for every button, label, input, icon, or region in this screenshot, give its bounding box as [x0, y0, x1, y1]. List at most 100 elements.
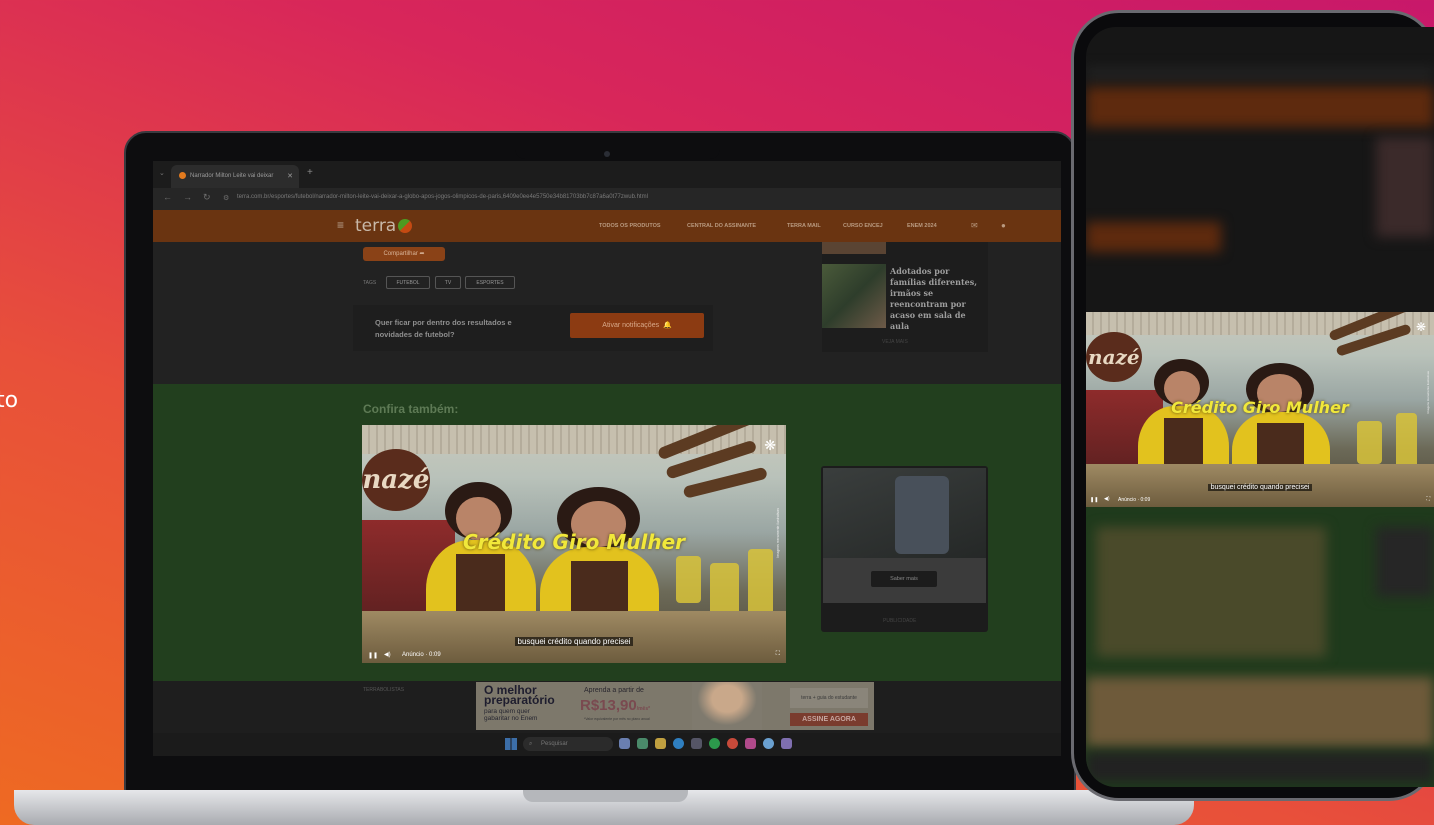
blurred-card: [1376, 527, 1434, 597]
video-title: Crédito Giro Mulher: [1171, 397, 1349, 417]
banner-price: R$13,90/mês*: [580, 697, 651, 714]
fullscreen-icon[interactable]: ⛶: [776, 651, 780, 658]
activate-notifications-button[interactable]: Ativar notificações 🔔: [570, 313, 704, 338]
ad-banner[interactable]: O melhor preparatório para quem quer gab…: [476, 682, 874, 730]
app-icon[interactable]: [745, 738, 756, 749]
related-section: Confira também: nazé Crédito Giro Mulher…: [153, 384, 1061, 681]
app-icon[interactable]: [637, 738, 648, 749]
url-field[interactable]: terra.com.br/esportes/futebol/narrador-m…: [237, 194, 648, 200]
ad-card[interactable]: Saber mais PUBLICIDADE: [821, 466, 988, 632]
ad-timer: Anúncio · 0:09: [402, 652, 441, 658]
edge-icon[interactable]: [673, 738, 684, 749]
tag-futebol[interactable]: FUTEBOL: [386, 276, 430, 289]
blurred-bar: [1086, 67, 1434, 81]
blurred-taskbar: [1086, 752, 1434, 782]
learn-more-button[interactable]: Saber mais: [871, 571, 937, 587]
subscribe-button[interactable]: ASSINE AGORA: [790, 713, 868, 726]
nav-terra-mail[interactable]: TERRA MAIL: [787, 223, 821, 229]
browser-tabbar: ⌄ Narrador Milton Leite vai deixar ✕ +: [153, 161, 1061, 188]
blurred-banner: [1086, 677, 1434, 747]
fullscreen-icon[interactable]: ⛶: [1426, 496, 1430, 502]
mail-icon[interactable]: ✉: [971, 221, 978, 230]
tab-title: Narrador Milton Leite vai deixar: [190, 173, 274, 179]
article-area: Compartilhar ➦ TAGS FUTEBOL TV ESPORTES …: [153, 242, 1061, 384]
forward-icon[interactable]: →: [183, 192, 192, 202]
video-controls: ❚❚ ◀) Anúncio · 0:09 ⛶: [362, 649, 786, 663]
spotify-icon[interactable]: [709, 738, 720, 749]
search-icon: ⌕: [529, 741, 533, 747]
see-more-link[interactable]: VEJA MAIS: [882, 339, 908, 345]
phone-screen: nazé Crédito Giro Mulher busquei crédito…: [1086, 27, 1434, 787]
taskbar-search[interactable]: ⌕ Pesquisar: [523, 737, 613, 751]
brand-logo-icon: ❋: [1415, 320, 1426, 334]
video-subtitle: busquei crédito quando precisei: [1086, 483, 1434, 491]
app-icon[interactable]: [781, 738, 792, 749]
side-news-card[interactable]: Adotados por famílias diferentes, irmãos…: [822, 242, 988, 352]
laptop-screen: ⌄ Narrador Milton Leite vai deixar ✕ + ←…: [153, 161, 1061, 756]
laptop-notch: [515, 133, 720, 159]
windows-start-icon[interactable]: [505, 738, 517, 750]
section-heading: Confira também:: [363, 402, 459, 416]
tag-tv[interactable]: TV: [435, 276, 461, 289]
pause-icon[interactable]: ❚❚: [368, 652, 378, 659]
site-info-icon[interactable]: ⚙: [223, 194, 229, 202]
phone-related-section: [1086, 507, 1434, 787]
news-thumbnail[interactable]: [822, 264, 886, 328]
video-subtitle: busquei crédito quando precisei: [362, 636, 786, 646]
os-taskbar: ⌕ Pesquisar: [153, 733, 1061, 756]
gear-icon[interactable]: [763, 738, 774, 749]
shop-sign: nazé: [1086, 331, 1142, 383]
video-frame: nazé Crédito Giro Mulher busquei crédito…: [362, 425, 786, 663]
shop-sign: nazé: [362, 448, 430, 511]
blurred-thumbnail: [1096, 527, 1326, 657]
nav-enem[interactable]: ENEM 2024: [907, 223, 937, 229]
close-icon[interactable]: ✕: [287, 165, 293, 188]
brand-logo-icon: ❋: [764, 437, 776, 453]
notify-text: Quer ficar por dentro dos resultados e n…: [375, 318, 512, 339]
phone-video-player[interactable]: nazé Crédito Giro Mulher busquei crédito…: [1086, 312, 1434, 507]
browser-tab[interactable]: Narrador Milton Leite vai deixar ✕: [171, 165, 299, 188]
nav-central-assinante[interactable]: CENTRAL DO ASSINANTE: [687, 223, 756, 229]
tab-list-icon[interactable]: ⌄: [159, 169, 165, 177]
new-tab-button[interactable]: +: [307, 167, 313, 178]
menu-icon[interactable]: ≡: [337, 218, 344, 232]
ad-timer: Anúncio · 0:09: [1118, 497, 1151, 503]
video-title: Crédito Giro Mulher: [462, 529, 686, 554]
ad-image: [823, 468, 986, 558]
tag-esportes[interactable]: ESPORTES: [465, 276, 515, 289]
banner-logo: terra + guia do estudante: [790, 688, 868, 708]
banner-subline: para quem quer gabaritar no Enem: [484, 708, 538, 722]
terra-section-label: TERRABOLISTAS: [363, 687, 405, 693]
reload-icon[interactable]: ↻: [203, 192, 211, 203]
volume-icon[interactable]: ◀): [384, 651, 391, 658]
volume-icon[interactable]: ◀): [1104, 496, 1110, 502]
folder-icon[interactable]: [655, 738, 666, 749]
video-controls: ❚❚ ◀) Anúncio · 0:09 ⛶: [1086, 495, 1434, 507]
disclaimer-text: Imagens meramente ilustrativas: [1426, 370, 1430, 414]
share-button[interactable]: Compartilhar ➦: [363, 247, 445, 261]
site-header: ≡ terra TODOS OS PRODUTOS CENTRAL DO ASS…: [153, 210, 1061, 242]
laptop-base-notch: [523, 790, 688, 802]
news-title[interactable]: Adotados por famílias diferentes, irmãos…: [890, 266, 986, 332]
phone-illustration: [895, 476, 949, 554]
store-icon[interactable]: [691, 738, 702, 749]
page-bottom: TERRABOLISTAS O melhor preparatório para…: [153, 681, 1061, 756]
nav-curso[interactable]: CURSO ENCEJ: [843, 223, 883, 229]
back-icon[interactable]: ←: [163, 192, 172, 202]
camera-icon: [604, 151, 610, 157]
widgets-icon[interactable]: [619, 738, 630, 749]
disclaimer-text: Imagens meramente ilustrativas: [776, 508, 780, 558]
notification-prompt: Quer ficar por dentro dos resultados e n…: [353, 305, 713, 351]
news-thumbnail: [822, 242, 886, 254]
pause-icon[interactable]: ❚❚: [1090, 497, 1098, 503]
banner-fineprint: *Valor equivalente por mês no plano anua…: [584, 717, 650, 721]
banner-from: Aprenda a partir de: [584, 687, 644, 694]
chrome-icon[interactable]: [727, 738, 738, 749]
video-player[interactable]: nazé Crédito Giro Mulher busquei crédito…: [362, 425, 786, 663]
site-logo[interactable]: terra: [355, 216, 413, 236]
favicon-icon: [179, 171, 186, 179]
video-frame: nazé Crédito Giro Mulher busquei crédito…: [1086, 312, 1434, 507]
nav-todos-produtos[interactable]: TODOS OS PRODUTOS: [599, 223, 661, 229]
blurred-header: [1086, 87, 1434, 127]
user-icon[interactable]: ●: [1001, 221, 1006, 230]
